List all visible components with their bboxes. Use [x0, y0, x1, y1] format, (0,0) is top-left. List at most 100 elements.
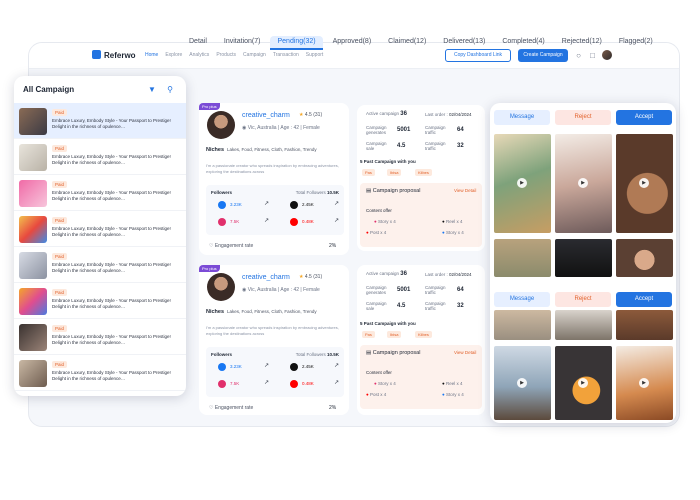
instagram-followers: 7.5K	[230, 219, 240, 224]
reject-button[interactable]: Reject	[555, 110, 611, 125]
search-icon[interactable]: ⚲	[164, 84, 176, 96]
facebook-followers: 3.23K	[230, 202, 242, 207]
tab-rejected[interactable]: Rejected(12)	[555, 36, 609, 50]
past-campaign-tag[interactable]: Pas	[362, 331, 375, 338]
list-item[interactable]: Paid Embrace Luxury, Embody Style - Your…	[14, 355, 186, 391]
youtube-icon: ●	[366, 392, 369, 397]
tab-invitation[interactable]: Invitation(7)	[217, 36, 268, 50]
message-button[interactable]: Message	[494, 292, 550, 307]
filter-icon[interactable]: ▼	[146, 84, 158, 96]
creator-avatar[interactable]	[207, 273, 235, 301]
nav-products[interactable]: Products	[216, 52, 236, 58]
chat-icon[interactable]: □	[588, 51, 597, 60]
brand-logo[interactable]: Referwo	[92, 50, 136, 60]
offer-type: Reel	[445, 381, 456, 386]
play-icon[interactable]: ▶	[639, 178, 649, 188]
accept-button[interactable]: Accept	[616, 292, 672, 307]
content-thumbnail[interactable]	[494, 239, 551, 277]
external-link-icon[interactable]: ↗	[264, 379, 269, 386]
list-item[interactable]: Paid Embrace Luxury, Embody Style - Your…	[14, 319, 186, 355]
accept-button[interactable]: Accept	[616, 110, 672, 125]
tab-claimed[interactable]: Claimed(12)	[381, 36, 433, 50]
nav-support[interactable]: Support	[306, 52, 324, 58]
content-video-thumbnail[interactable]: ▶	[555, 134, 612, 233]
offer-item: ● Post x 4	[366, 392, 386, 397]
past-campaign-tag[interactable]: Ibisa	[387, 331, 402, 338]
creator-name[interactable]: creative_charm	[242, 274, 290, 281]
play-icon[interactable]: ▶	[578, 178, 588, 188]
content-video-thumbnail[interactable]: ▶	[494, 134, 551, 233]
play-icon[interactable]: ▶	[578, 378, 588, 388]
external-link-icon[interactable]: ↗	[334, 217, 339, 224]
nav-transaction[interactable]: Transaction	[273, 52, 299, 58]
content-video-thumbnail[interactable]: ▶	[494, 346, 551, 420]
external-link-icon[interactable]: ↗	[264, 362, 269, 369]
play-icon[interactable]: ▶	[639, 378, 649, 388]
copy-dashboard-link-button[interactable]: Copy Dashboard Link	[445, 49, 511, 62]
list-item[interactable]: Paid Embrace Luxury, Embody Style - Your…	[14, 103, 186, 139]
message-button[interactable]: Message	[494, 110, 550, 125]
youtube-followers: 0.48K	[302, 381, 314, 386]
view-detail-link[interactable]: View Detail	[454, 350, 476, 355]
list-item[interactable]: Paid Embrace Luxury, Embody Style - Your…	[14, 211, 186, 247]
tab-delivered[interactable]: Delivered(13)	[436, 36, 492, 50]
metric-value: 4.5	[397, 303, 405, 309]
tab-flagged[interactable]: Flagged(2)	[612, 36, 660, 50]
content-video-thumbnail[interactable]: ▶	[555, 346, 612, 420]
content-video-thumbnail[interactable]: ▶	[616, 134, 673, 233]
star-icon: ★	[299, 274, 304, 280]
past-campaign-tag[interactable]: Pas	[362, 169, 375, 176]
tab-detail[interactable]: Detail	[182, 36, 214, 50]
content-thumbnail[interactable]	[494, 310, 551, 340]
content-thumbnail[interactable]	[616, 310, 673, 340]
gender-text: Female	[303, 125, 320, 131]
creator-card[interactable]: Pro plus creative_charm ★ 4.5 (31) ◉ Vic…	[199, 265, 349, 415]
nav-analytics[interactable]: Analytics	[189, 52, 209, 58]
content-video-thumbnail[interactable]: ▶	[616, 346, 673, 420]
metric-value: 5001	[397, 127, 410, 133]
play-icon[interactable]: ▶	[517, 378, 527, 388]
list-item[interactable]: Paid Embrace Luxury, Embody Style - Your…	[14, 247, 186, 283]
content-thumbnail[interactable]	[555, 310, 612, 340]
view-detail-link[interactable]: View Detail	[454, 188, 476, 193]
proposal-box: ▤ Campaign proposal View Detail Content …	[360, 183, 482, 247]
creator-name[interactable]: creative_charm	[242, 112, 290, 119]
past-campaign-tag[interactable]: Ibisa	[387, 169, 402, 176]
list-item[interactable]: Paid Embrace Luxury, Embody Style - Your…	[14, 175, 186, 211]
metric-value: 32	[457, 303, 464, 309]
tab-completed[interactable]: Completed(4)	[495, 36, 551, 50]
list-item[interactable]: Paid Embrace Luxury, Embody Style - Your…	[14, 139, 186, 175]
review-count: (31)	[313, 274, 323, 280]
external-link-icon[interactable]: ↗	[264, 200, 269, 207]
nav-home[interactable]: Home	[145, 52, 158, 58]
nav-explore[interactable]: Explore	[165, 52, 182, 58]
bell-icon[interactable]: ○	[574, 51, 583, 60]
external-link-icon[interactable]: ↗	[334, 200, 339, 207]
reject-button[interactable]: Reject	[555, 292, 611, 307]
document-icon: ▤	[366, 188, 372, 194]
content-thumbnail[interactable]	[616, 239, 673, 277]
last-order-date: 02/04/2024	[449, 272, 472, 277]
nav-campaign[interactable]: Campaign	[243, 52, 266, 58]
metric-label: Campaign traffic	[425, 285, 446, 295]
tab-pending[interactable]: Pending(32)	[270, 36, 323, 50]
past-campaign-tag[interactable]: Kilbes	[415, 331, 432, 338]
content-offer-label: Content offer	[366, 370, 392, 375]
external-link-icon[interactable]: ↗	[264, 217, 269, 224]
create-campaign-button[interactable]: Create Campaign	[518, 49, 568, 62]
content-thumbnail[interactable]	[555, 239, 612, 277]
facebook-icon: ●	[442, 230, 445, 235]
tab-approved[interactable]: Approved(8)	[326, 36, 379, 50]
play-icon[interactable]: ▶	[517, 178, 527, 188]
creator-avatar[interactable]	[207, 111, 235, 139]
past-campaign-tag[interactable]: Kilbes	[415, 169, 432, 176]
creator-location: ◉ Vic, Australia | Age : 42 | Female	[242, 287, 320, 293]
campaign-thumbnail	[19, 360, 47, 387]
list-item[interactable]: Paid Embrace Luxury, Embody Style - Your…	[14, 283, 186, 319]
creator-card[interactable]: Pro plus creative_charm ★ 4.5 (31) ◉ Vic…	[199, 103, 349, 255]
external-link-icon[interactable]: ↗	[334, 362, 339, 369]
last-order-label: Last order	[425, 272, 446, 277]
user-avatar[interactable]	[602, 50, 612, 60]
external-link-icon[interactable]: ↗	[334, 379, 339, 386]
active-campaign-count: 36	[400, 271, 407, 277]
